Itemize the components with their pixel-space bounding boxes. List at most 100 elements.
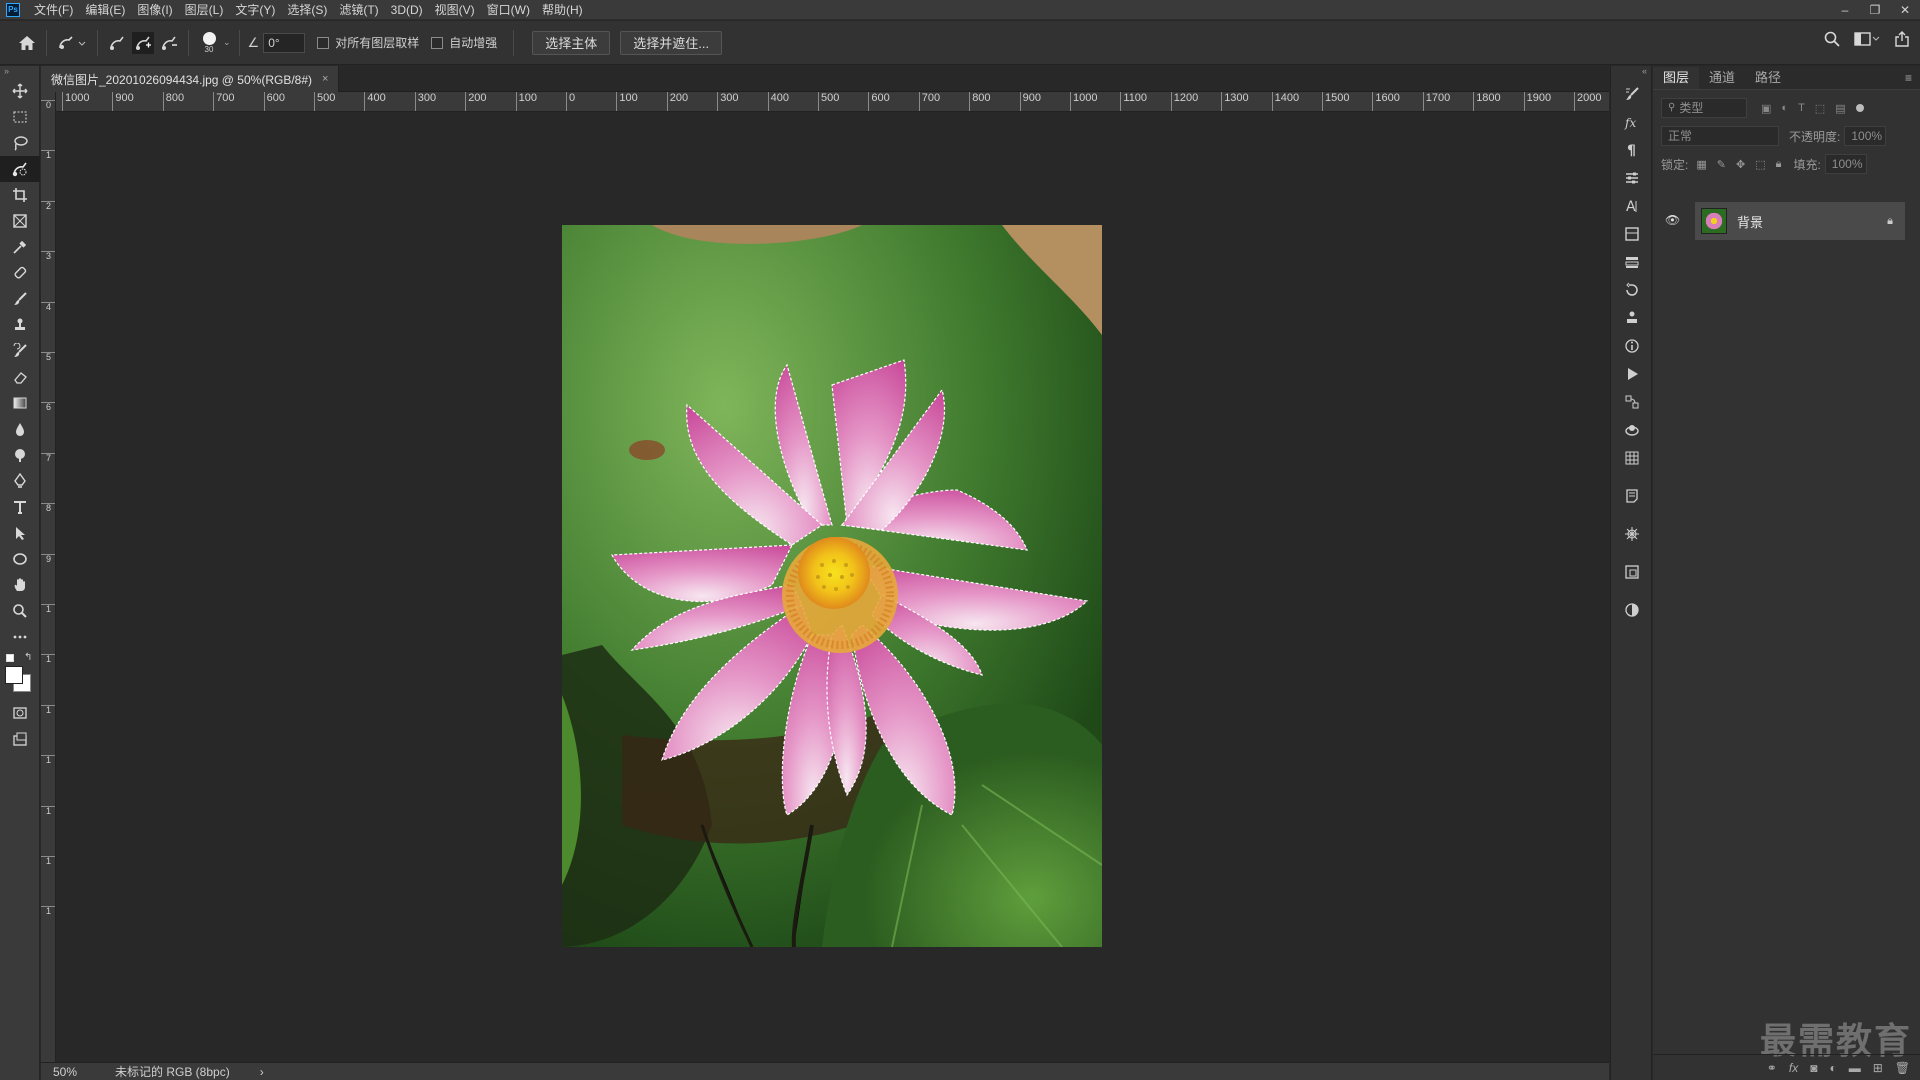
filter-pixel-icon[interactable]: ▣ xyxy=(1761,102,1771,115)
channels-mix-icon[interactable] xyxy=(1611,388,1653,416)
eye-icon[interactable]: 👁︎ xyxy=(1665,213,1680,227)
brush-settings-icon[interactable] xyxy=(1611,80,1653,108)
history-icon[interactable] xyxy=(1611,276,1653,304)
filter-smart-object-icon[interactable]: ▤ xyxy=(1835,102,1845,115)
properties-icon[interactable] xyxy=(1611,220,1653,248)
delete-layer-icon[interactable]: 🗑︎ xyxy=(1895,1061,1910,1075)
new-adjustment-layer-icon[interactable]: ◐ xyxy=(1829,1061,1836,1075)
gradient-tool-icon[interactable] xyxy=(0,390,40,416)
blend-mode-select[interactable]: 正常 xyxy=(1661,126,1779,146)
character-icon[interactable]: A xyxy=(1611,192,1653,220)
filter-adjustment-icon[interactable]: ◐ xyxy=(1781,102,1788,115)
close-button[interactable]: ✕ xyxy=(1890,0,1920,20)
tab-layers[interactable]: 图层 xyxy=(1653,67,1700,89)
collapse-arrows-icon[interactable]: « xyxy=(1611,66,1651,80)
layer-filter-select[interactable]: ⚲ 类型 xyxy=(1661,98,1747,118)
navigator-icon[interactable] xyxy=(1611,520,1653,548)
sample-all-layers-checkbox[interactable]: 对所有图层取样 xyxy=(317,34,419,51)
close-tab-icon[interactable]: × xyxy=(322,73,328,85)
lock-artboard-icon[interactable]: ⬚ xyxy=(1755,158,1765,171)
crop-tool-icon[interactable] xyxy=(0,182,40,208)
new-group-icon[interactable]: ▬ xyxy=(1849,1061,1861,1075)
fill-input[interactable]: 100% xyxy=(1824,154,1867,174)
color-icon[interactable] xyxy=(1611,596,1653,624)
tool-preset-picker-icon[interactable] xyxy=(55,32,89,54)
layer-style-icon[interactable]: fx xyxy=(1789,1061,1798,1075)
lock-all-icon[interactable]: 🔒︎ xyxy=(1776,158,1782,171)
type-tool-icon[interactable] xyxy=(0,494,40,520)
table-icon[interactable] xyxy=(1611,444,1653,472)
marquee-tool-icon[interactable] xyxy=(0,104,40,130)
blur-tool-icon[interactable] xyxy=(0,416,40,442)
layer-name[interactable]: 背景 xyxy=(1737,212,1763,231)
lotus-image[interactable] xyxy=(562,225,1102,947)
collapse-arrows-icon[interactable]: » xyxy=(0,66,39,78)
minimize-button[interactable]: – xyxy=(1830,0,1860,20)
zoom-tool-icon[interactable] xyxy=(0,598,40,624)
tab-channels[interactable]: 通道 xyxy=(1699,67,1745,89)
horizontal-ruler[interactable]: 1000 900 800 700 600 500 400 300 200 100 0 100 200 30… xyxy=(56,92,1609,112)
brush-tool-icon[interactable] xyxy=(0,286,40,312)
3d-icon[interactable] xyxy=(1611,416,1653,444)
menu-3d[interactable]: 3D(D) xyxy=(385,0,429,20)
styles-icon[interactable]: fx xyxy=(1611,108,1653,136)
add-to-selection-icon[interactable] xyxy=(132,31,154,54)
status-menu-arrow[interactable]: › xyxy=(260,1065,264,1079)
menu-window[interactable]: 窗口(W) xyxy=(481,0,536,20)
lock-position-icon[interactable]: ✥ xyxy=(1736,158,1745,171)
more-tools-icon[interactable] xyxy=(0,624,40,650)
menu-help[interactable]: 帮助(H) xyxy=(536,0,589,20)
brush-size-picker[interactable]: 30 xyxy=(197,31,221,54)
menu-image[interactable]: 图像(I) xyxy=(131,0,178,20)
move-tool-icon[interactable] xyxy=(0,78,40,104)
filter-toggle-icon[interactable] xyxy=(1855,104,1864,112)
eyedropper-tool-icon[interactable] xyxy=(0,234,40,260)
healing-brush-tool-icon[interactable] xyxy=(0,260,40,286)
dodge-tool-icon[interactable] xyxy=(0,442,40,468)
photoshop-logo[interactable]: Ps xyxy=(6,2,20,17)
add-mask-icon[interactable]: ◙ xyxy=(1810,1061,1817,1075)
frame-tool-icon[interactable] xyxy=(0,208,40,234)
layer-row-background[interactable]: 背景 🔒︎ xyxy=(1695,202,1905,240)
lasso-tool-icon[interactable] xyxy=(0,130,40,156)
menu-edit[interactable]: 编辑(E) xyxy=(79,0,131,20)
link-layers-icon[interactable]: ⚭ xyxy=(1767,1061,1777,1075)
clone-source-icon[interactable] xyxy=(1611,304,1653,332)
share-icon[interactable] xyxy=(1894,31,1910,50)
clone-stamp-tool-icon[interactable] xyxy=(0,312,40,338)
workspace-icon[interactable] xyxy=(1854,31,1880,50)
menu-view[interactable]: 视图(V) xyxy=(429,0,481,20)
document-tab[interactable]: 微信图片_20201026094434.jpg @ 50%(RGB/8#) × xyxy=(41,66,340,92)
new-selection-icon[interactable] xyxy=(106,32,128,54)
history-brush-tool-icon[interactable] xyxy=(0,338,40,364)
vertical-ruler[interactable]: 0 1 2 3 4 5 6 7 8 9 1 1 1 1 1 1 1 xyxy=(41,92,56,1062)
filter-type-icon[interactable]: T xyxy=(1798,102,1805,115)
angle-input[interactable]: 0° xyxy=(263,32,306,53)
menu-type[interactable]: 文字(Y) xyxy=(229,0,281,20)
restore-button[interactable]: ❐ xyxy=(1860,0,1890,20)
paragraph-icon[interactable]: ¶ xyxy=(1611,136,1653,164)
new-layer-icon[interactable]: ⊞ xyxy=(1873,1061,1883,1075)
home-icon[interactable] xyxy=(16,32,38,54)
filter-shape-icon[interactable]: ⬚ xyxy=(1815,102,1825,115)
select-subject-button[interactable]: 选择主体 xyxy=(532,30,611,55)
subtract-from-selection-icon[interactable] xyxy=(158,32,180,54)
info-icon[interactable] xyxy=(1611,332,1653,360)
zoom-level[interactable]: 50% xyxy=(53,1065,103,1079)
foreground-color-swatch[interactable] xyxy=(5,666,23,684)
libraries-icon[interactable] xyxy=(1611,558,1653,586)
lock-transparent-icon[interactable]: ▦ xyxy=(1696,158,1706,171)
select-and-mask-button[interactable]: 选择并遮住... xyxy=(620,30,723,55)
menu-filter[interactable]: 滤镜(T) xyxy=(333,0,384,20)
screen-mode-icon[interactable] xyxy=(0,726,40,752)
eraser-tool-icon[interactable] xyxy=(0,364,40,390)
panel-menu-icon[interactable]: ≡ xyxy=(1897,71,1920,89)
tab-paths[interactable]: 路径 xyxy=(1745,67,1791,89)
menu-layer[interactable]: 图层(L) xyxy=(179,0,230,20)
quick-mask-icon[interactable] xyxy=(0,700,40,726)
actions-play-icon[interactable] xyxy=(1611,360,1653,388)
hand-tool-icon[interactable] xyxy=(0,572,40,598)
path-selection-tool-icon[interactable] xyxy=(0,520,40,546)
auto-enhance-checkbox[interactable]: 自动增强 xyxy=(431,34,497,51)
lock-pixels-icon[interactable]: ✎ xyxy=(1717,158,1726,171)
